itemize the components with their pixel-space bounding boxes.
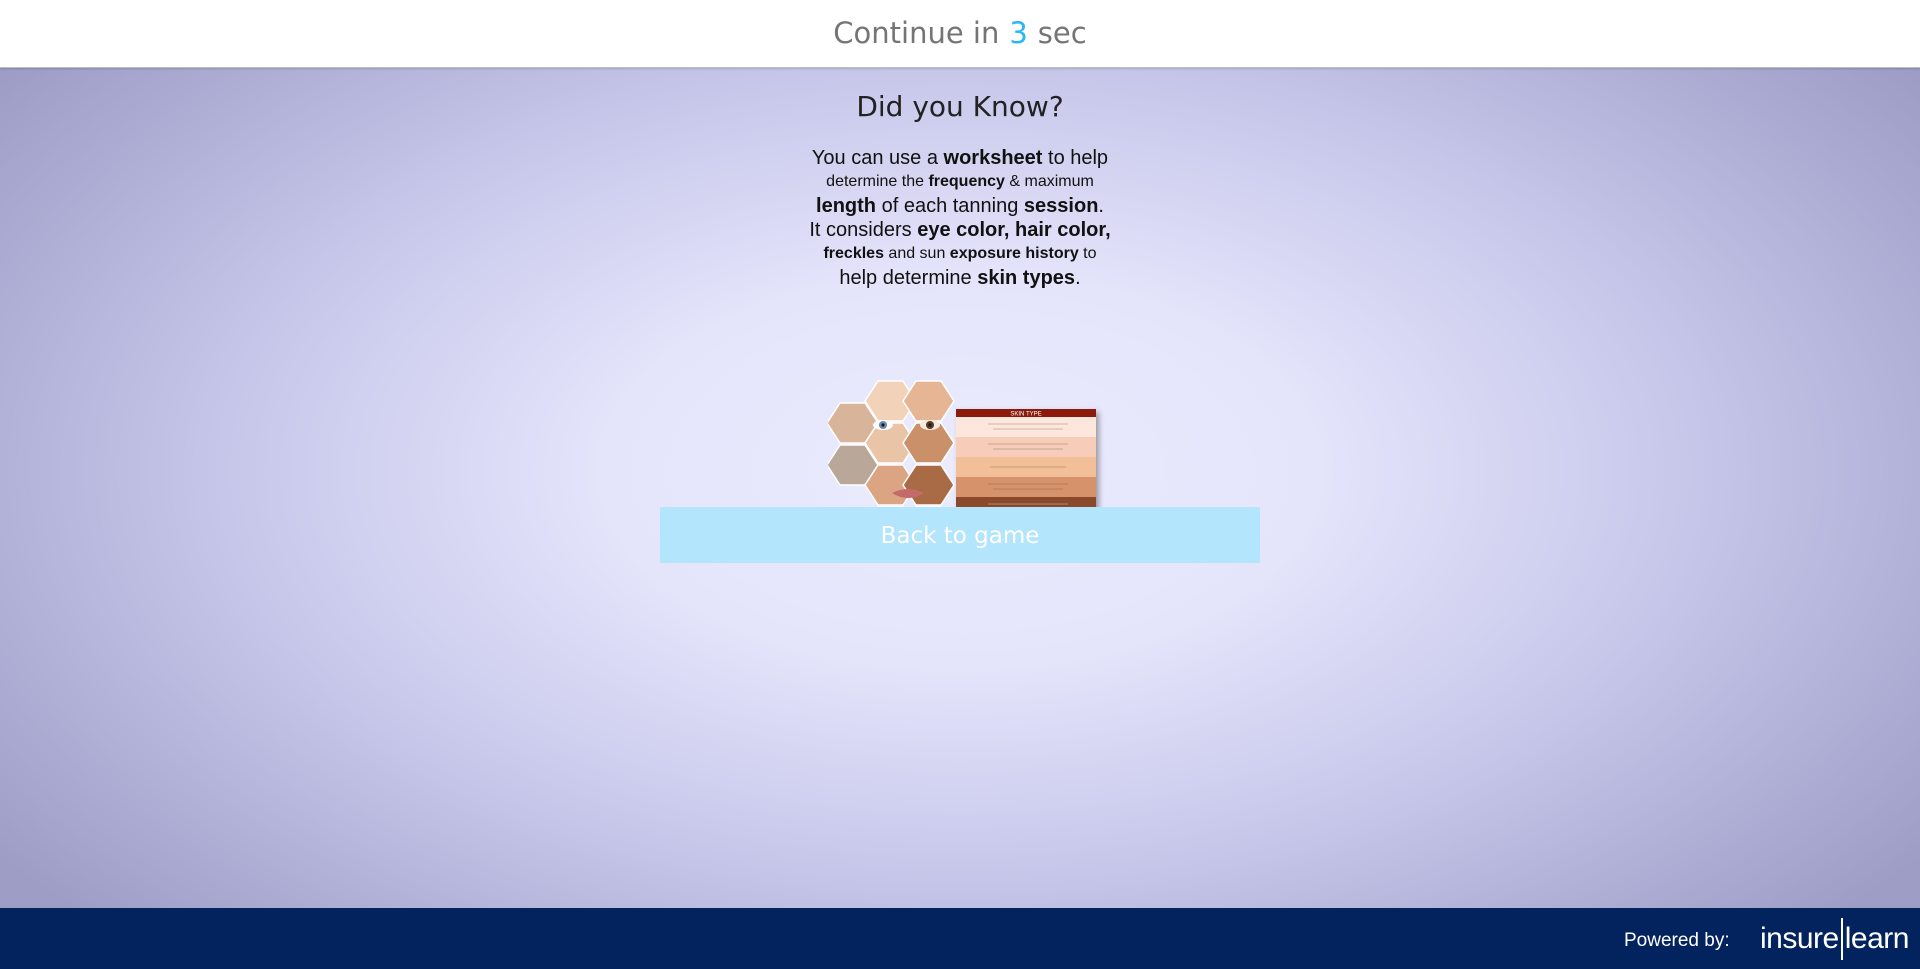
logo-text-right: learn: [1844, 922, 1910, 955]
footer: Powered by: insure learn: [0, 908, 1920, 969]
svg-text:SKIN TYPE: SKIN TYPE: [1010, 412, 1041, 418]
powered-by-label: Powered by:: [1624, 930, 1730, 951]
info-text: You can use a worksheet to help determin…: [780, 146, 1140, 290]
info-line: freckles and sun exposure history to: [823, 245, 1097, 262]
logo-text-left: insure: [1760, 922, 1839, 955]
main-stage: Did you Know? You can use a worksheet to…: [0, 68, 1920, 908]
countdown-label: Continue in: [833, 16, 1000, 50]
countdown-unit: sec: [1037, 16, 1087, 50]
countdown-seconds: 3: [1009, 16, 1028, 50]
info-line: determine the frequency & maximum: [826, 173, 1094, 190]
info-card: You can use a worksheet to help determin…: [780, 146, 1140, 546]
info-line: help determine skin types.: [839, 267, 1081, 289]
countdown-timer: Continue in 3 sec: [833, 16, 1086, 50]
info-line: length of each tanning session.: [816, 195, 1104, 217]
page: Continue in 3 sec Did you Know? You can us…: [0, 0, 1920, 969]
top-bar: Continue in 3 sec: [0, 0, 1920, 68]
logo-divider: [1840, 918, 1843, 960]
info-line: It considers eye color, hair color,: [809, 219, 1111, 241]
insurelearn-logo[interactable]: insure learn: [1760, 918, 1910, 960]
back-to-game-button[interactable]: Back to game: [660, 507, 1260, 563]
info-line: You can use a worksheet to help: [811, 147, 1109, 169]
page-title: Did you Know?: [856, 90, 1064, 123]
